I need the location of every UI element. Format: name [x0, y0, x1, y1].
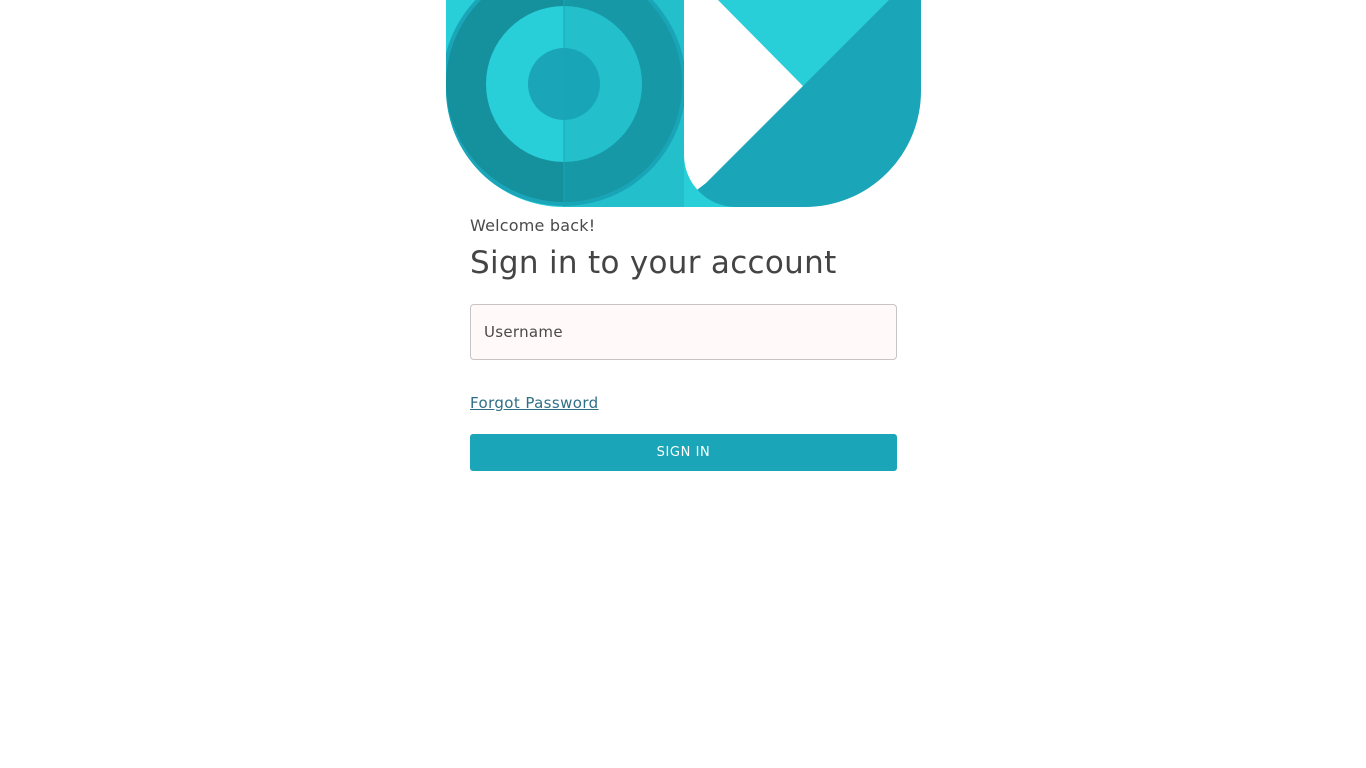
forgot-password-link[interactable]: Forgot Password [470, 392, 599, 414]
username-field-container [470, 304, 897, 360]
login-page: Welcome back! Sign in to your account Fo… [0, 0, 1366, 768]
brand-graphic-icon [446, 0, 921, 207]
sign-in-button[interactable]: SIGN IN [470, 434, 897, 471]
username-input[interactable] [471, 305, 896, 359]
login-form: Welcome back! Sign in to your account Fo… [470, 214, 897, 471]
welcome-text: Welcome back! [470, 216, 596, 235]
brand-illustration [446, 0, 921, 207]
page-title: Sign in to your account [470, 245, 837, 281]
